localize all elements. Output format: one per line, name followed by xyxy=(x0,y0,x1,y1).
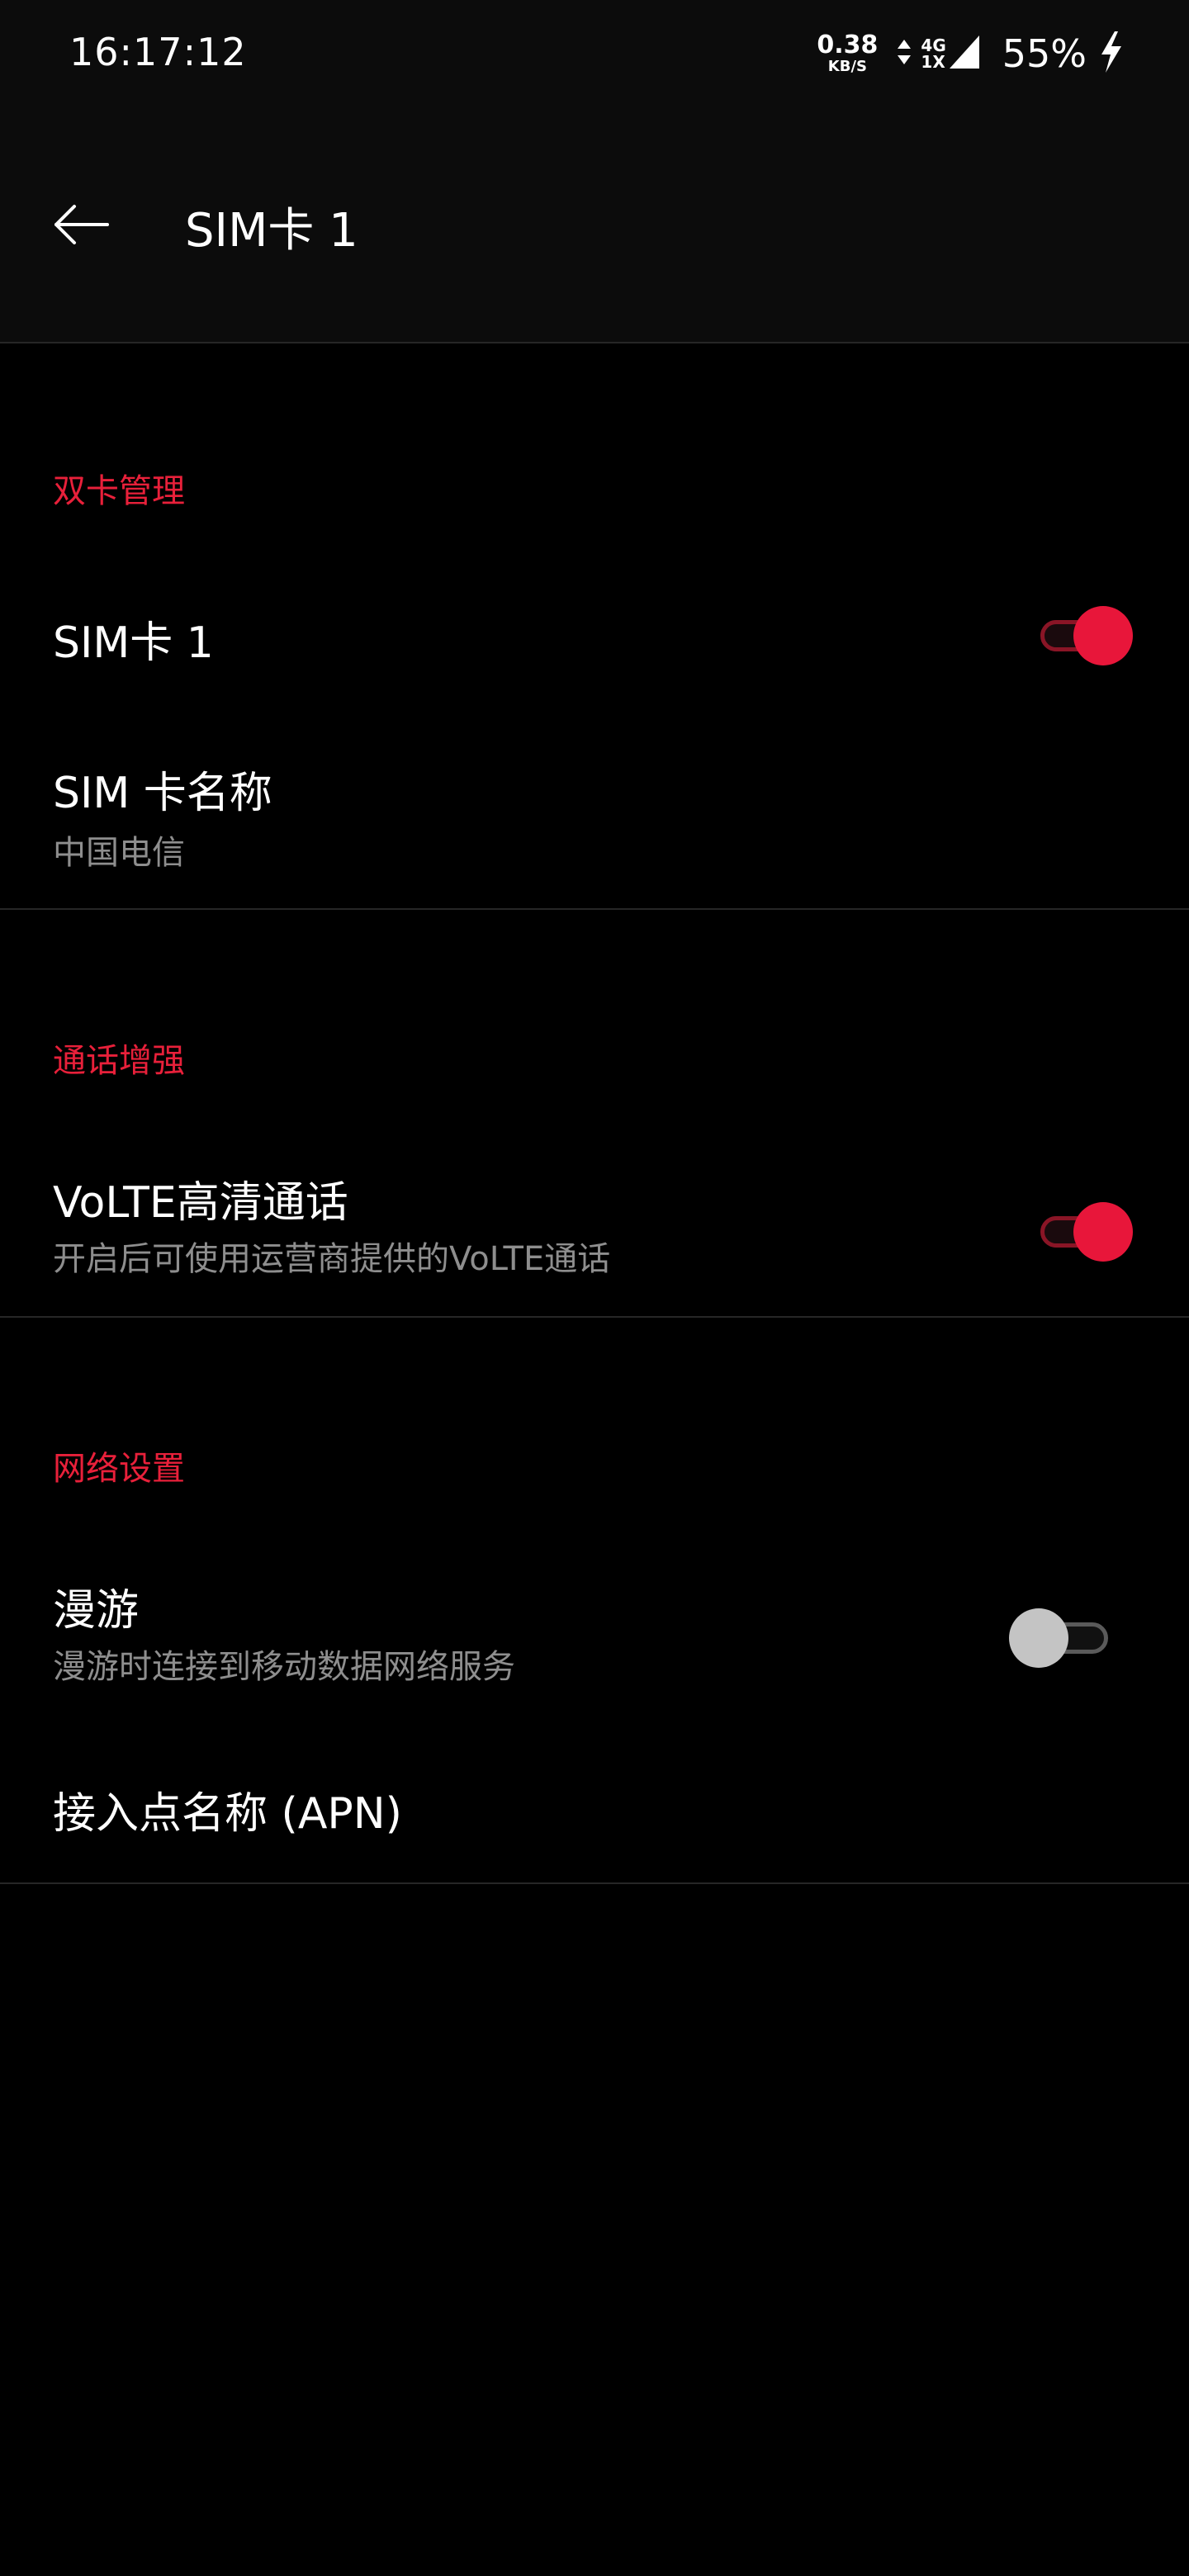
toggle-thumb xyxy=(1073,606,1133,665)
back-button[interactable] xyxy=(40,185,122,268)
status-time: 16:17:12 xyxy=(69,30,247,74)
network-speed: 0.38 KB/S xyxy=(817,33,878,74)
sim-name-value: 中国电信 xyxy=(53,834,185,872)
volte-label: VoLTE高清通话 xyxy=(53,1178,348,1228)
status-icons: 0.38 KB/S 4G 1X 55% xyxy=(817,25,1123,83)
section-header-network: 网络设置 xyxy=(53,1450,185,1488)
toggle-thumb xyxy=(1009,1608,1068,1668)
section-divider xyxy=(0,1882,1189,1884)
section-divider xyxy=(0,1316,1189,1318)
battery-percentage: 55% xyxy=(1002,31,1087,76)
roaming-label: 漫游 xyxy=(53,1586,140,1636)
cellular-signal-icon xyxy=(948,34,981,73)
roaming-toggle[interactable] xyxy=(1009,1608,1111,1668)
network-type-bottom: 1X xyxy=(921,52,945,72)
page-title: SIM卡 1 xyxy=(185,204,358,258)
volte-description: 开启后可使用运营商提供的VoLTE通话 xyxy=(53,1240,611,1278)
app-bar: SIM卡 1 xyxy=(0,112,1189,343)
sim1-label: SIM卡 1 xyxy=(53,618,214,668)
network-type-top: 4G xyxy=(921,36,946,55)
volte-toggle[interactable] xyxy=(1030,1202,1133,1262)
arrow-left-icon xyxy=(51,203,111,249)
status-bar: 16:17:12 0.38 KB/S 4G 1X 55% xyxy=(0,0,1189,112)
section-header-call-enhance: 通话增强 xyxy=(53,1042,185,1080)
sim-name-label: SIM 卡名称 xyxy=(53,769,272,818)
network-speed-value: 0.38 xyxy=(817,31,879,59)
up-down-arrows-icon xyxy=(896,38,912,69)
network-type: 4G 1X xyxy=(921,37,945,70)
section-header-dual-sim: 双卡管理 xyxy=(53,472,185,510)
apn-label: 接入点名称 (APN) xyxy=(53,1789,402,1839)
lightning-bolt-icon xyxy=(1098,31,1123,76)
sim1-toggle[interactable] xyxy=(1030,606,1133,665)
roaming-description: 漫游时连接到移动数据网络服务 xyxy=(53,1648,515,1686)
network-speed-unit: KB/S xyxy=(827,58,867,75)
section-divider xyxy=(0,908,1189,910)
toggle-thumb xyxy=(1073,1202,1133,1262)
